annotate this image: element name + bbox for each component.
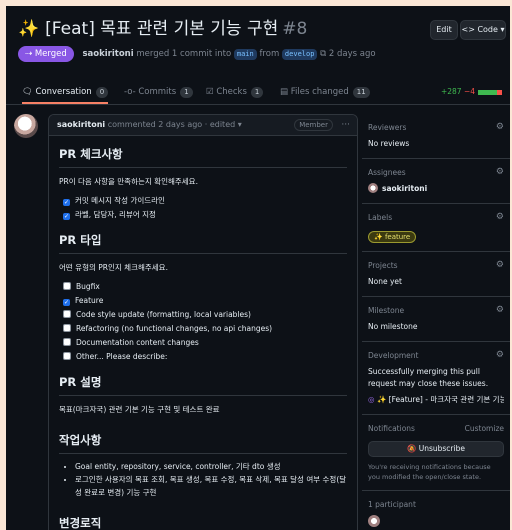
pr-title: ✨ [Feat] 목표 관련 기본 기능 구현 #8 [18, 19, 308, 39]
checklist-item: Bugfix [59, 280, 347, 294]
projects-section: Projects None yet ⚙ [362, 252, 510, 297]
pr-header: ✨ [Feat] 목표 관련 기본 기능 구현 #8 Edit <> Code ▾ … [6, 6, 510, 80]
member-badge: Member [294, 119, 333, 131]
checkbox-unchecked[interactable] [63, 324, 71, 332]
checklist-item: Documentation content changes [59, 336, 347, 350]
pull-request-page: ✨ [Feat] 목표 관련 기본 기능 구현 #8 Edit <> Code ▾ … [6, 6, 510, 530]
section-heading: 작업사항 [59, 422, 347, 454]
file-icon: ▤ [280, 87, 291, 97]
checkbox-checked[interactable]: ✓ [63, 299, 70, 306]
milestone-section: Milestone No milestone ⚙ [362, 297, 510, 342]
labels-section: Labels ✨ feature ⚙ [362, 204, 510, 252]
head-branch[interactable]: develop [281, 49, 318, 60]
sparkle-icon: ✨ [18, 19, 40, 39]
bell-slash-icon: 🔕 [407, 444, 419, 453]
gear-icon[interactable]: ⚙ [496, 350, 504, 360]
checkbox-unchecked[interactable] [63, 282, 71, 290]
merge-icon: ⇢ [25, 49, 35, 59]
section-heading: PR 체크사항 [59, 136, 347, 168]
avatar [368, 183, 378, 193]
tab-files-changed[interactable]: ▤ Files changed 11 [280, 80, 370, 104]
participant-avatar[interactable] [368, 515, 380, 527]
copy-icon[interactable]: ⧉ [320, 49, 326, 59]
assignees-section: Assignees saokiritoni ⚙ [362, 159, 510, 204]
checklist-item: ✓ 커밋 메시지 작성 가이드라인 [63, 196, 165, 206]
issue-closed-icon: ◎ [368, 395, 377, 404]
comment-body: PR 체크사항 PR이 다음 사항을 만족하는지 확인해주세요. ✓ 커밋 메시지… [49, 136, 357, 530]
tab-conversation[interactable]: 🗨 Conversation 0 [22, 80, 109, 104]
section-heading: 변경로직 [59, 505, 347, 530]
tab-checks[interactable]: ☑ Checks 1 [206, 80, 264, 104]
author-link[interactable]: saokiritoni [82, 49, 133, 59]
linked-issue[interactable]: ◎ ✨ [Feature] - 마크자국 관련 기본 기능 개발 ... [368, 394, 504, 406]
comment-card: saokiritoni commented 2 days ago · edite… [48, 114, 358, 530]
checkbox-unchecked[interactable] [63, 338, 71, 346]
checkbox-checked[interactable]: ✓ [63, 199, 70, 206]
gear-icon[interactable]: ⚙ [496, 260, 504, 270]
gear-icon[interactable]: ⚙ [496, 167, 504, 177]
diff-bars [478, 89, 502, 95]
section-heading: PR 설명 [59, 364, 347, 396]
pr-tabs: 🗨 Conversation 0 -o- Commits 1 ☑ Checks 1 ▤… [6, 80, 510, 105]
assignee-link[interactable]: saokiritoni [382, 184, 427, 193]
gear-icon[interactable]: ⚙ [496, 122, 504, 132]
tab-commits[interactable]: -o- Commits 1 [124, 80, 193, 104]
list-item: Goal entity, repository, service, contro… [75, 460, 347, 473]
comment-author[interactable]: saokiritoni [57, 120, 105, 129]
feature-label[interactable]: ✨ feature [368, 231, 417, 243]
comment-header: saokiritoni commented 2 days ago · edite… [49, 115, 357, 136]
merged-badge: ⇢ Merged [18, 46, 74, 62]
gear-icon[interactable]: ⚙ [496, 212, 504, 222]
pr-number: #8 [282, 19, 308, 39]
code-button[interactable]: <> Code ▾ [460, 20, 506, 40]
reviewers-section: Reviewers No reviews ⚙ [362, 114, 510, 159]
checkbox-unchecked[interactable] [63, 310, 71, 318]
checklist-item: Code style update (formatting, local var… [59, 308, 347, 322]
checkbox-checked[interactable]: ✓ [63, 213, 70, 220]
commit-icon: -o- [124, 87, 139, 97]
edit-button[interactable]: Edit [430, 20, 458, 40]
checklist-item: Other... Please describe: [59, 350, 347, 364]
comment-icon: 🗨 [22, 87, 36, 97]
avatar[interactable] [14, 114, 38, 138]
participants-section: 1 participant [362, 491, 510, 530]
base-branch[interactable]: main [233, 49, 257, 60]
sidebar: Reviewers No reviews ⚙ Assignees saokiri… [362, 114, 510, 530]
unsubscribe-button[interactable]: 🔕 Unsubscribe [368, 441, 504, 457]
checklist-item: ✓ 라벨, 담당자, 리뷰어 지정 [63, 210, 156, 220]
customize-link[interactable]: Customize [465, 423, 504, 435]
checklist-item: Refactoring (no functional changes, no a… [59, 322, 347, 336]
pr-meta: ⇢ Merged saokiritoni merged 1 commit int… [18, 46, 376, 62]
development-section: Development Successfully merging this pu… [362, 342, 510, 415]
more-options-icon[interactable]: ··· [341, 115, 350, 135]
checkbox-unchecked[interactable] [63, 352, 71, 360]
checks-icon: ☑ [206, 87, 217, 97]
checklist-item: ✓ Feature [63, 296, 104, 306]
list-item: 로그인한 사용자의 목표 조회, 목표 생성, 목표 수정, 목표 삭제, 목표… [75, 473, 347, 499]
task-list: Goal entity, repository, service, contro… [59, 460, 347, 499]
diff-stats: +287 −4 [441, 87, 502, 96]
gear-icon[interactable]: ⚙ [496, 305, 504, 315]
notifications-section: Notifications Customize 🔕 Unsubscribe You… [362, 415, 510, 491]
section-heading: PR 타입 [59, 222, 347, 254]
